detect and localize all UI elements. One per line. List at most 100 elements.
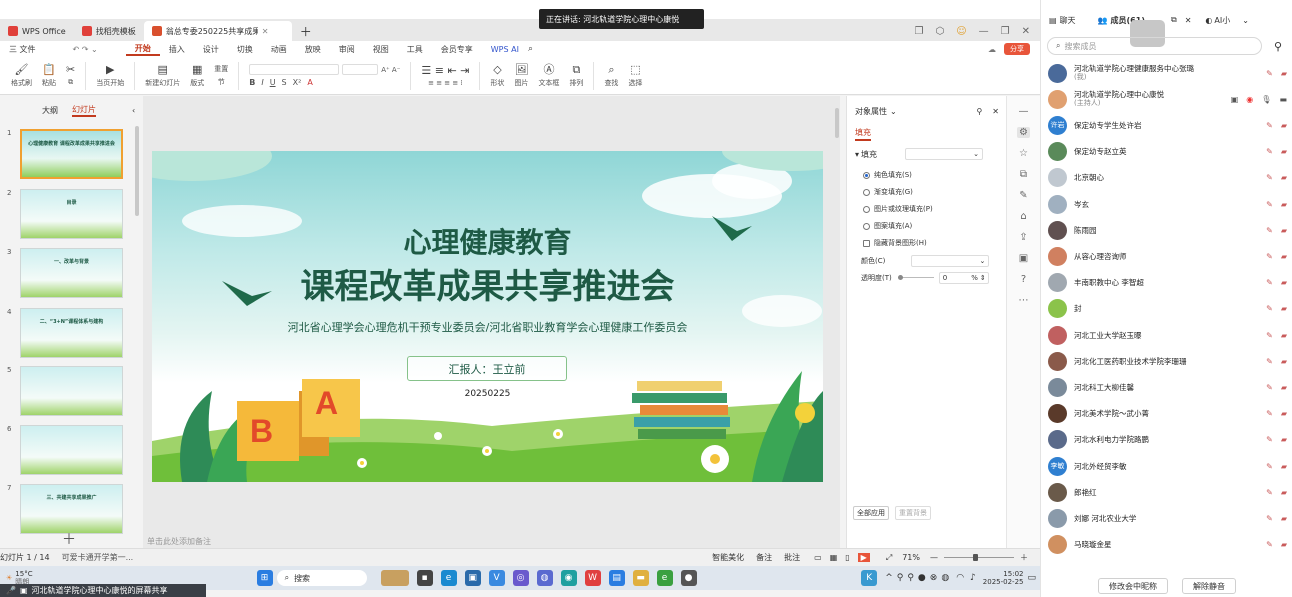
- slide-thumbnail[interactable]: 三、共建共享成果推广: [20, 484, 123, 534]
- meeting-taskbar-icon[interactable]: ▤: [608, 570, 625, 586]
- mic-icon[interactable]: 🎤: [6, 586, 16, 595]
- notes-placeholder[interactable]: 单击此处添加备注: [147, 536, 211, 547]
- slide-date[interactable]: 20250225: [152, 389, 823, 399]
- reset-background-button[interactable]: 重置背景: [895, 506, 931, 520]
- share-screen-icon[interactable]: ▣: [20, 586, 28, 595]
- reading-view-icon[interactable]: ▯: [845, 553, 849, 562]
- font-name-combo[interactable]: [249, 64, 340, 75]
- cloud-icon[interactable]: ☁: [988, 45, 996, 54]
- textbox-button[interactable]: Ⓐ 文本框: [538, 64, 559, 88]
- more-icon[interactable]: ⋯: [1019, 295, 1029, 306]
- chevron-down-icon[interactable]: ⌄: [890, 107, 897, 116]
- camera-off-icon[interactable]: ▰: [1281, 200, 1287, 209]
- unmute-button[interactable]: 解除静音: [1182, 578, 1236, 594]
- app-a-icon[interactable]: ◎: [512, 570, 529, 586]
- member-row[interactable]: 河北工业大学赵玉曝 ✎ ▰: [1041, 322, 1292, 348]
- tab-ppt-file[interactable]: 翁总专委250225共享成果.pp ✕: [143, 21, 292, 41]
- member-row[interactable]: 河北轨道学院心理中心康悦 (主持人) ▣ ◉ 🎙 ▬: [1041, 86, 1292, 112]
- reset-section-group[interactable]: 重置节: [214, 64, 228, 87]
- slide-title-1[interactable]: 心理健康教育: [152, 221, 823, 261]
- camera-off-icon[interactable]: ▰: [1281, 147, 1287, 156]
- fit-icon[interactable]: ⤢: [886, 553, 892, 563]
- camera-off-icon[interactable]: ▰: [1281, 121, 1287, 130]
- add-slide-button[interactable]: ＋: [62, 529, 76, 549]
- member-row[interactable]: 河北水利电力学院路鹏 ✎ ▰: [1041, 427, 1292, 453]
- mic-muted-icon[interactable]: ✎: [1266, 69, 1273, 78]
- camera-off-icon[interactable]: ▰: [1281, 173, 1287, 182]
- mic-muted-icon[interactable]: ✎: [1266, 252, 1273, 261]
- cube-icon[interactable]: ⬡: [935, 26, 944, 37]
- member-row[interactable]: 李敏 河北外经贸李敏 ✎ ▰: [1041, 453, 1292, 479]
- more-tabs-icon[interactable]: ⌄: [1242, 16, 1249, 25]
- app-k-icon[interactable]: K: [861, 570, 878, 586]
- member-row[interactable]: 马晓璇金星 ✎ ▰: [1041, 532, 1292, 558]
- format-painter-button[interactable]: 🖌 格式刷: [11, 64, 32, 88]
- mic-muted-icon[interactable]: ✎: [1266, 540, 1273, 549]
- collapse-pane-icon[interactable]: ‹: [132, 106, 135, 115]
- edge-icon[interactable]: e: [440, 570, 457, 586]
- zoom-in-icon[interactable]: ＋: [1020, 552, 1028, 563]
- member-row[interactable]: 河北科工大柳佳馨 ✎ ▰: [1041, 374, 1292, 400]
- fill-option[interactable]: 纯色填充(S): [863, 170, 912, 180]
- member-row[interactable]: 从容心理咨询师 ✎ ▰: [1041, 243, 1292, 269]
- member-row[interactable]: 保定幼专赵立英 ✎ ▰: [1041, 139, 1292, 165]
- transparency-input[interactable]: 0% ⇕: [938, 272, 989, 284]
- mic-muted-icon[interactable]: ✎: [1266, 462, 1273, 471]
- zoom-slider-thumb[interactable]: [972, 553, 978, 561]
- color-picker[interactable]: ⌄: [911, 255, 990, 267]
- volume-icon[interactable]: ♪: [970, 573, 976, 583]
- find-button[interactable]: ⌕ 查找: [604, 64, 618, 88]
- tray-chevron-icon[interactable]: ^: [885, 573, 893, 583]
- menu-tools[interactable]: 工具: [398, 44, 432, 55]
- app-e-icon[interactable]: e: [656, 570, 673, 586]
- fill-option[interactable]: 图片或纹理填充(P): [863, 204, 933, 214]
- arrange-button[interactable]: ⧉ 排列: [569, 64, 583, 88]
- camera-off-icon[interactable]: ▰: [1281, 226, 1287, 235]
- shape-button[interactable]: ◇ 形状: [490, 64, 504, 88]
- menu-member[interactable]: 会员专享: [432, 44, 482, 55]
- mic-muted-icon[interactable]: ✎: [1266, 488, 1273, 497]
- zoom-out-icon[interactable]: —: [930, 553, 938, 562]
- paragraph-controls[interactable]: ☰ ≡ ⇤ ⇥ ≡ ≡ ≡ ≡ ⁞: [421, 65, 469, 87]
- mic-muted-icon[interactable]: ✎: [1266, 435, 1273, 444]
- member-row[interactable]: 河北化工医药职业技术学院李珊珊 ✎ ▰: [1041, 348, 1292, 374]
- wps-taskbar-icon[interactable]: W: [584, 570, 601, 586]
- windows-start-icon[interactable]: ⊞: [256, 570, 273, 586]
- slide-thumbnail[interactable]: [20, 425, 123, 475]
- notes-button[interactable]: 备注: [756, 552, 772, 563]
- maximize-icon[interactable]: ❐: [1001, 26, 1010, 37]
- camera-off-icon[interactable]: ▰: [1281, 69, 1287, 78]
- camera-off-icon[interactable]: ▰: [1281, 357, 1287, 366]
- member-row[interactable]: 岑玄 ✎ ▰: [1041, 191, 1292, 217]
- comments-button[interactable]: 批注: [784, 552, 800, 563]
- member-row[interactable]: 郎艳红 ✎ ▰: [1041, 479, 1292, 505]
- image-icon[interactable]: ▣: [1019, 253, 1028, 264]
- share-icon[interactable]: ⇪: [1019, 232, 1027, 243]
- fill-expand-icon[interactable]: ▾: [855, 150, 859, 159]
- tab-outline[interactable]: 大纲: [42, 105, 58, 116]
- slide-scrollbar[interactable]: [835, 108, 839, 138]
- member-row[interactable]: 封 ✎ ▰: [1041, 296, 1292, 322]
- play-slideshow-icon[interactable]: ▶: [857, 553, 870, 562]
- camera-off-icon[interactable]: ▰: [1281, 304, 1287, 313]
- member-row[interactable]: 北京朝心 ✎ ▰: [1041, 165, 1292, 191]
- close-panel-icon[interactable]: ✕: [1185, 16, 1192, 25]
- transparency-slider-thumb[interactable]: [897, 275, 903, 280]
- select-button[interactable]: ⬚ 选择: [628, 64, 642, 88]
- menu-slideshow[interactable]: 放映: [296, 44, 330, 55]
- mic-muted-icon[interactable]: ✎: [1266, 121, 1273, 130]
- camera-off-icon[interactable]: ▰: [1281, 462, 1287, 471]
- props-tab-fill[interactable]: 填充: [855, 127, 871, 141]
- new-tab-button[interactable]: ＋: [292, 21, 320, 41]
- menu-view[interactable]: 视图: [364, 44, 398, 55]
- menu-transition[interactable]: 切换: [228, 44, 262, 55]
- thumb-scrollbar[interactable]: [135, 126, 139, 216]
- current-slide[interactable]: B A 心理健康教育 课程改革成果共享推进会 河北省心理学会心理危机干预专业委员…: [152, 151, 823, 482]
- mic-icon[interactable]: 🎙: [1261, 95, 1271, 104]
- notification-icon[interactable]: ▭: [1027, 573, 1036, 583]
- zoom-level[interactable]: 71%: [902, 553, 920, 562]
- fill-type-select[interactable]: ⌄: [905, 148, 984, 160]
- font-size-combo[interactable]: [342, 64, 379, 75]
- close-pane-icon[interactable]: ✕: [992, 107, 999, 116]
- slide-thumbnail[interactable]: [20, 366, 123, 416]
